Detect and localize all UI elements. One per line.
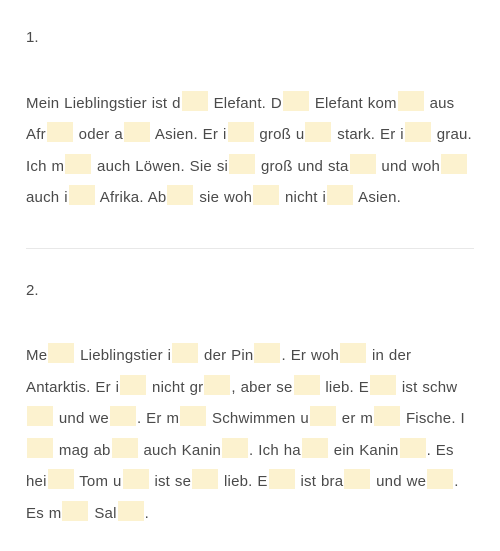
cloze-blank[interactable] (254, 343, 280, 363)
text-fragment: Asien. (354, 189, 401, 206)
cloze-blank[interactable] (374, 406, 400, 426)
cloze-blank[interactable] (47, 122, 73, 142)
text-fragment: und woh (377, 158, 440, 175)
cloze-blank[interactable] (180, 406, 206, 426)
section-divider (26, 248, 474, 249)
text-fragment: oder a (74, 126, 123, 143)
text-fragment: nicht gr (147, 379, 203, 396)
cloze-blank[interactable] (350, 154, 376, 174)
cloze-blank[interactable] (222, 438, 248, 458)
cloze-blank[interactable] (27, 438, 53, 458)
text-fragment: ein Kanin (329, 442, 399, 459)
cloze-blank[interactable] (110, 406, 136, 426)
text-fragment: Sal (89, 505, 116, 522)
text-fragment: der Pin (199, 347, 253, 364)
cloze-blank[interactable] (124, 122, 150, 142)
text-fragment: auch Kanin (139, 442, 221, 459)
cloze-blank[interactable] (441, 154, 467, 174)
cloze-blank[interactable] (294, 375, 320, 395)
cloze-blank[interactable] (204, 375, 230, 395)
cloze-blank[interactable] (370, 375, 396, 395)
text-fragment: ist bra (296, 473, 344, 490)
cloze-blank[interactable] (182, 91, 208, 111)
text-fragment: Fische. I (401, 410, 465, 427)
cloze-blank[interactable] (62, 501, 88, 521)
text-fragment: nicht i (280, 189, 326, 206)
cloze-blank[interactable] (253, 185, 279, 205)
cloze-blank[interactable] (405, 122, 431, 142)
text-fragment: er m (337, 410, 373, 427)
text-fragment: Afrika. Ab (96, 189, 167, 206)
text-fragment: stark. Er i (332, 126, 403, 143)
text-fragment: . Er m (137, 410, 179, 427)
text-fragment: ist se (150, 473, 192, 490)
question-number: 2. (26, 275, 474, 307)
text-fragment: sie woh (194, 189, 252, 206)
cloze-blank[interactable] (123, 469, 149, 489)
cloze-blank[interactable] (172, 343, 198, 363)
cloze-blank[interactable] (340, 343, 366, 363)
cloze-blank[interactable] (228, 122, 254, 142)
text-fragment: und we (371, 473, 426, 490)
text-fragment: . Ich ha (249, 442, 301, 459)
cloze-blank[interactable] (302, 438, 328, 458)
cloze-blank[interactable] (48, 469, 74, 489)
text-fragment: groß und sta (256, 158, 348, 175)
cloze-blank[interactable] (65, 154, 91, 174)
cloze-blank[interactable] (344, 469, 370, 489)
cloze-blank[interactable] (69, 185, 95, 205)
cloze-blank[interactable] (283, 91, 309, 111)
text-fragment: auch Löwen. Sie si (92, 158, 228, 175)
text-fragment: lieb. E (321, 379, 369, 396)
text-fragment: lieb. E (219, 473, 267, 490)
text-fragment: Elefant. D (209, 95, 282, 112)
cloze-blank[interactable] (27, 406, 53, 426)
text-fragment: Lieblingstier i (75, 347, 171, 364)
text-fragment: , aber se (231, 379, 292, 396)
text-fragment: Asien. Er i (151, 126, 227, 143)
cloze-blank[interactable] (398, 91, 424, 111)
cloze-passage: Me Lieblingstier i der Pin. Er woh in de… (26, 340, 474, 529)
text-fragment: Me (26, 347, 47, 364)
cloze-blank[interactable] (167, 185, 193, 205)
cloze-blank[interactable] (48, 343, 74, 363)
cloze-blank[interactable] (400, 438, 426, 458)
cloze-blank[interactable] (427, 469, 453, 489)
text-fragment: Elefant kom (310, 95, 397, 112)
text-fragment: groß u (255, 126, 305, 143)
cloze-blank[interactable] (310, 406, 336, 426)
text-fragment: Schwimmen u (207, 410, 309, 427)
text-fragment: ist schw (397, 379, 457, 396)
cloze-blank[interactable] (118, 501, 144, 521)
cloze-blank[interactable] (120, 375, 146, 395)
cloze-blank[interactable] (327, 185, 353, 205)
text-fragment: . Er woh (281, 347, 339, 364)
cloze-blank[interactable] (192, 469, 218, 489)
cloze-passage: Mein Lieblingstier ist d Elefant. D Elef… (26, 88, 474, 214)
text-fragment: mag ab (54, 442, 111, 459)
text-fragment: Tom u (75, 473, 122, 490)
text-fragment: und we (54, 410, 109, 427)
text-fragment: Mein Lieblingstier ist d (26, 95, 181, 112)
question-number: 1. (26, 22, 474, 54)
cloze-blank[interactable] (229, 154, 255, 174)
text-fragment: . (145, 505, 149, 522)
cloze-blank[interactable] (269, 469, 295, 489)
text-fragment: auch i (26, 189, 68, 206)
cloze-blank[interactable] (112, 438, 138, 458)
cloze-blank[interactable] (305, 122, 331, 142)
